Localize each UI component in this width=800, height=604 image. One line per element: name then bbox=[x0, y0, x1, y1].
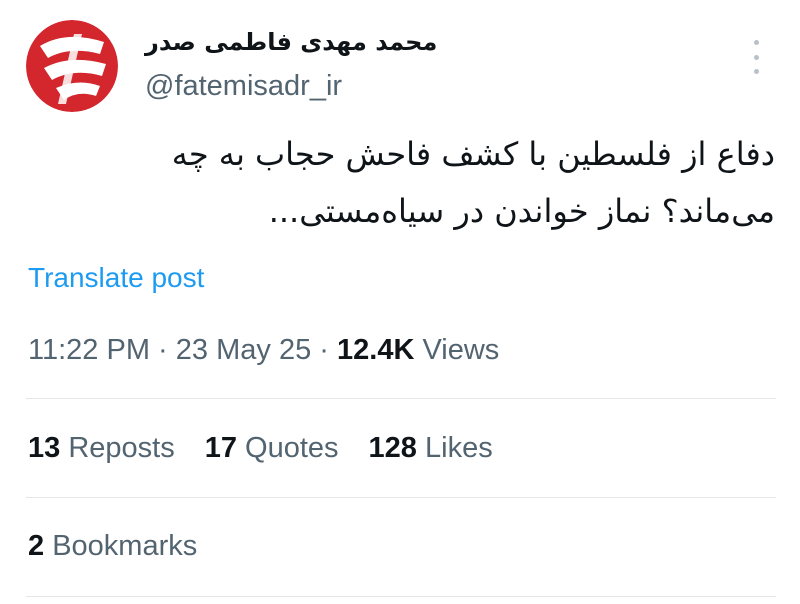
reposts-count: 13 bbox=[28, 432, 61, 464]
more-vertical-icon[interactable] bbox=[744, 40, 768, 74]
quotes-stat[interactable]: 17 Quotes bbox=[205, 432, 339, 465]
quotes-count: 17 bbox=[204, 432, 237, 464]
tweet-date[interactable]: 23 May 25 bbox=[176, 334, 311, 366]
tweet-meta: 11:22 PM · 23 May 25 · 12.4K Views bbox=[28, 334, 499, 367]
separator: · bbox=[158, 334, 168, 366]
dot bbox=[753, 69, 759, 74]
divider bbox=[26, 497, 776, 498]
translate-post-link[interactable]: Translate post bbox=[28, 262, 204, 294]
tweet-text: دفاع از فلسطین با کشف فاحش حجاب به چه می… bbox=[171, 135, 775, 230]
reposts-label: Reposts bbox=[68, 432, 175, 464]
views-label: Views bbox=[422, 334, 500, 366]
separator: · bbox=[319, 334, 329, 366]
bookmarks-stat[interactable]: 2 Bookmarks bbox=[28, 530, 197, 563]
avatar[interactable] bbox=[26, 20, 118, 112]
tweet-time[interactable]: 11:22 PM bbox=[28, 334, 150, 366]
likes-stat[interactable]: 128 Likes bbox=[369, 432, 493, 465]
dot bbox=[753, 40, 759, 45]
quotes-label: Quotes bbox=[245, 432, 339, 464]
display-name[interactable]: محمد مهدی فاطمی صدر bbox=[145, 28, 437, 56]
divider bbox=[26, 398, 776, 399]
likes-label: Likes bbox=[425, 432, 493, 464]
bookmarks-label: Bookmarks bbox=[52, 530, 198, 562]
dot bbox=[753, 54, 759, 60]
red-logo-avatar-icon bbox=[26, 20, 118, 112]
views-count: 12.4K bbox=[337, 334, 415, 366]
reposts-stat[interactable]: 13 Reposts bbox=[28, 432, 175, 465]
bookmarks-count: 2 bbox=[28, 530, 45, 562]
engagement-stats: 13 Reposts 17 Quotes 128 Likes bbox=[28, 432, 493, 465]
likes-count: 128 bbox=[368, 432, 417, 464]
divider bbox=[26, 596, 776, 597]
user-handle[interactable]: @fatemisadr_ir bbox=[145, 70, 342, 103]
